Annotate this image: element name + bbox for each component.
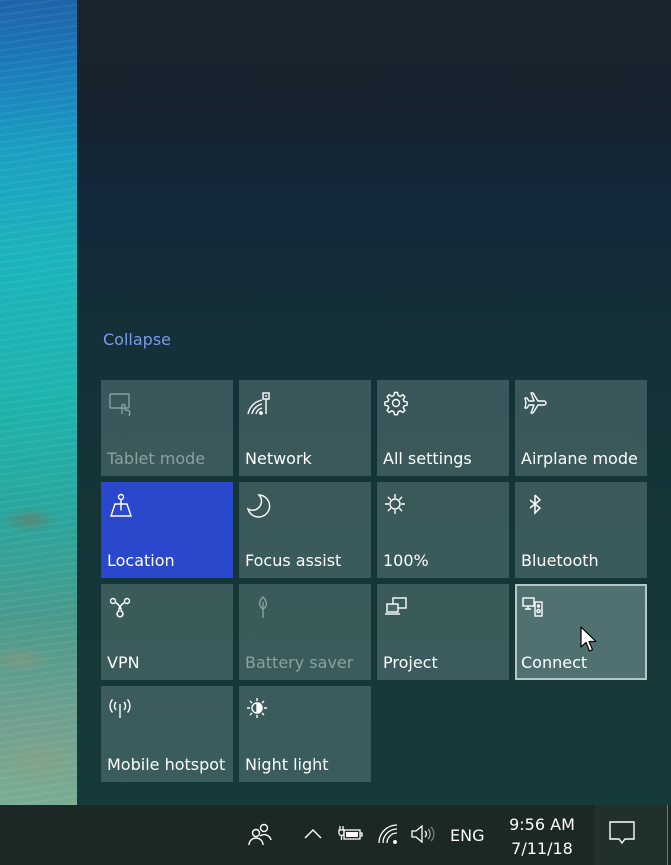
clock[interactable]: 9:56 AM 7/11/18 — [500, 813, 584, 861]
tile-focus-assist[interactable]: Focus assist — [239, 482, 371, 578]
tile-label: Tablet mode — [107, 449, 206, 468]
desktop-wallpaper — [0, 0, 77, 805]
vpn-icon — [107, 594, 135, 622]
tile-all-settings[interactable]: All settings — [377, 380, 509, 476]
taskbar: ENG 9:56 AM 7/11/18 — [0, 805, 671, 865]
tile-tablet-mode[interactable]: Tablet mode — [101, 380, 233, 476]
collapse-link[interactable]: Collapse — [103, 330, 171, 349]
tile-label: Airplane mode — [521, 449, 638, 468]
tile-battery-saver[interactable]: Battery saver — [239, 584, 371, 680]
tile-label: Bluetooth — [521, 551, 599, 570]
tile-connect[interactable]: Connect — [515, 584, 647, 680]
tile-bluetooth[interactable]: Bluetooth — [515, 482, 647, 578]
tile-label: Battery saver — [245, 653, 354, 672]
chevron-up-icon[interactable] — [303, 827, 323, 841]
tile-brightness[interactable]: 100% — [377, 482, 509, 578]
tile-label: Focus assist — [245, 551, 342, 570]
tile-airplane-mode[interactable]: Airplane mode — [515, 380, 647, 476]
clock-time: 9:56 AM — [509, 815, 575, 834]
tile-vpn[interactable]: VPN — [101, 584, 233, 680]
tile-network[interactable]: Network — [239, 380, 371, 476]
network-icon — [245, 390, 273, 418]
brightness-icon — [383, 492, 411, 520]
tile-label: Location — [107, 551, 175, 570]
night-light-icon — [245, 696, 273, 724]
tablet-mode-icon — [107, 390, 135, 418]
language-indicator[interactable]: ENG — [450, 826, 484, 845]
tile-label: Network — [245, 449, 312, 468]
volume-icon[interactable] — [409, 823, 435, 845]
tile-label: 100% — [383, 551, 429, 570]
tile-label: VPN — [107, 653, 140, 672]
tile-mobile-hotspot[interactable]: Mobile hotspot — [101, 686, 233, 782]
battery-charging-icon[interactable] — [337, 824, 363, 844]
tile-label: Project — [383, 653, 438, 672]
tile-label: Connect — [521, 653, 588, 672]
bluetooth-icon — [521, 492, 549, 520]
moon-icon — [245, 492, 273, 520]
tile-night-light[interactable]: Night light — [239, 686, 371, 782]
gear-icon — [383, 390, 411, 418]
tile-label: All settings — [383, 449, 472, 468]
tile-location[interactable]: Location — [101, 482, 233, 578]
airplane-icon — [521, 390, 549, 418]
tile-project[interactable]: Project — [377, 584, 509, 680]
clock-date: 7/11/18 — [511, 839, 573, 858]
tile-label: Night light — [245, 755, 329, 774]
people-icon[interactable] — [247, 822, 273, 848]
show-desktop-button[interactable] — [667, 805, 671, 865]
action-center-button[interactable] — [594, 805, 668, 865]
hotspot-icon — [107, 696, 135, 724]
wifi-icon[interactable] — [377, 823, 401, 845]
project-icon — [383, 594, 411, 622]
tile-label: Mobile hotspot — [107, 755, 226, 774]
connect-icon — [521, 594, 549, 622]
location-icon — [107, 492, 135, 520]
action-center-icon — [609, 821, 635, 849]
leaf-icon — [245, 594, 273, 622]
